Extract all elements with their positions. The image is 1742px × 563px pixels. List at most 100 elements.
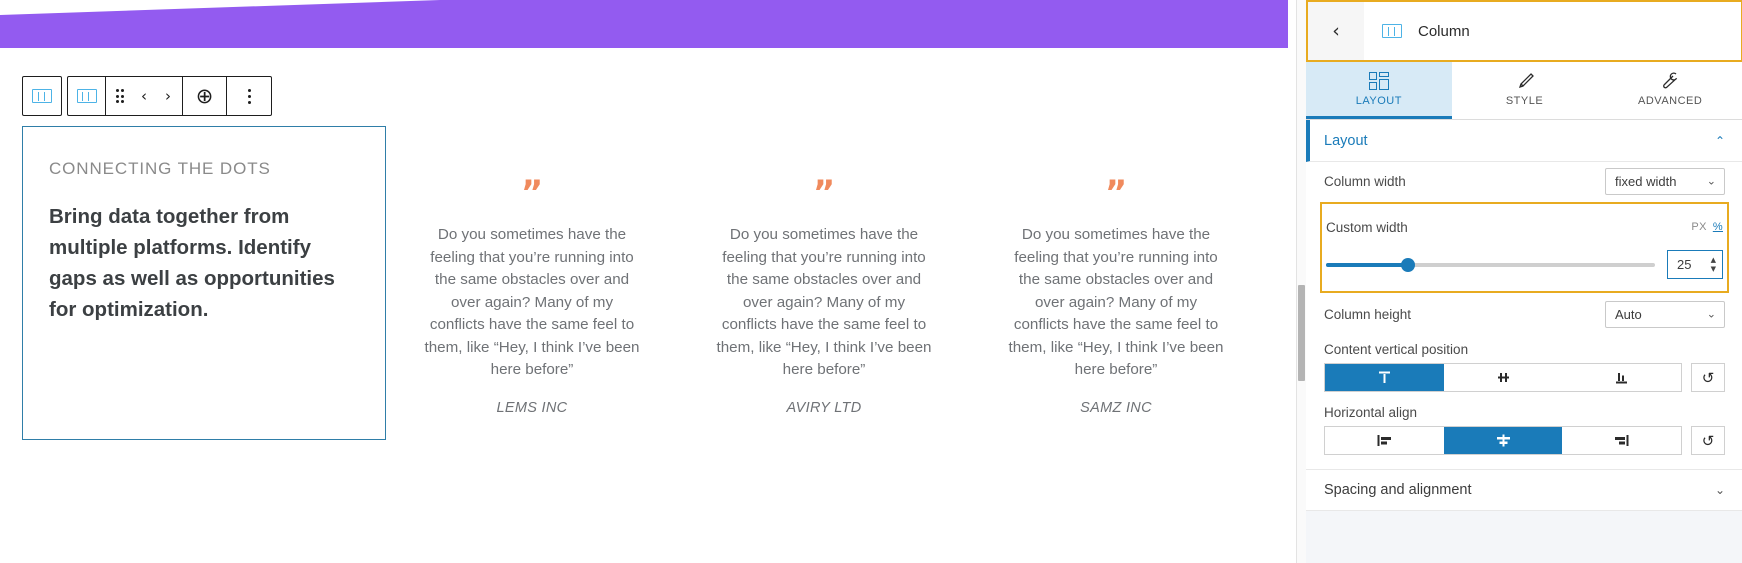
brush-icon [1515,72,1535,90]
panel-footer-area [1306,511,1742,563]
intro-column[interactable]: CONNECTING THE DOTS Bring data together … [22,126,386,440]
align-middle-button[interactable] [1444,364,1563,391]
hero-banner [0,0,1288,48]
columns-icon [1382,24,1402,38]
horizontal-align-reset-button[interactable]: ↺ [1691,426,1725,455]
back-button[interactable]: ‹ [1308,2,1364,60]
plus-circle-icon: ⊕ [195,83,214,108]
drag-handle[interactable] [108,89,132,103]
align-right-icon [1615,435,1629,446]
reset-icon: ↺ [1701,431,1715,450]
layout-icon [1368,71,1389,90]
drag-dots-icon [115,89,125,103]
testimonial-author: SAMZ INC [1080,399,1152,416]
testimonial-column[interactable]: ” Do you sometimes have the feeling that… [707,176,942,416]
chevron-down-icon: ⌄ [1706,307,1716,321]
custom-width-row: Custom width PX % [1326,208,1723,246]
testimonial-text: Do you sometimes have the feeling that y… [1008,226,1224,378]
tab-advanced[interactable]: ADVANCED [1597,62,1742,119]
chevron-down-icon: ⌄ [1706,174,1716,188]
add-block-button[interactable]: ⊕ [183,77,227,115]
more-options-button[interactable] [227,77,271,115]
column-width-value: fixed width [1615,173,1677,189]
testimonial-column[interactable]: ” Do you sometimes have the feeling that… [999,176,1234,416]
column-height-value: Auto [1615,306,1642,322]
align-center-button[interactable] [1443,427,1563,454]
block-type-selector[interactable] [68,77,106,115]
slider-thumb[interactable] [1401,257,1416,272]
align-left-icon [1377,435,1391,446]
panel-inner: ‹ Column LAYOUT STYLE ADVANCED Layout ⌃ … [1306,0,1742,563]
align-middle-icon [1497,373,1509,382]
chevron-left-icon: ‹ [1332,19,1340,42]
horizontal-align-segmented [1324,426,1682,455]
custom-width-input[interactable]: 25 ▲ ▼ [1667,250,1723,279]
panel-title-wrap: Column [1364,23,1470,40]
unit-px-button[interactable]: PX [1691,221,1706,233]
column-height-select[interactable]: Auto ⌄ [1605,300,1725,328]
custom-width-slider[interactable] [1326,257,1655,272]
custom-width-slider-row: 25 ▲ ▼ [1326,246,1723,281]
parent-block-group [22,76,62,116]
quote-icon: ” [1104,173,1128,213]
testimonial-text: Do you sometimes have the feeling that y… [424,226,640,378]
align-left-button[interactable] [1325,427,1444,454]
tab-advanced-label: ADVANCED [1638,94,1703,107]
section-layout-title: Layout [1324,132,1368,149]
tab-layout-label: LAYOUT [1355,94,1402,107]
chevron-left-icon: ‹ [141,86,147,105]
quote-icon: ” [812,173,836,213]
chevron-up-icon: ⌃ [1714,133,1725,148]
vertical-position-label: Content vertical position [1324,342,1469,357]
columns-icon [32,89,52,103]
column-height-label: Column height [1324,306,1412,322]
intro-eyebrow: CONNECTING THE DOTS [49,159,271,178]
columns-icon [76,89,97,103]
custom-width-stepper[interactable]: ▲ ▼ [1711,256,1716,273]
tab-style[interactable]: STYLE [1452,62,1598,119]
section-spacing-header[interactable]: Spacing and alignment ⌄ [1306,469,1742,511]
slider-fill [1326,262,1409,267]
kebab-menu-icon [247,88,251,104]
section-layout-header[interactable]: Layout ⌃ [1306,120,1742,162]
block-controls-group: ‹ › ⊕ [67,76,272,116]
custom-width-units: PX % [1691,221,1723,233]
move-next-button[interactable]: › [156,88,180,104]
wrench-icon [1660,72,1680,90]
column-width-select[interactable]: fixed width ⌄ [1605,167,1725,195]
align-bottom-icon [1616,373,1628,384]
panel-tabs: LAYOUT STYLE ADVANCED [1306,62,1742,120]
column-height-row: Column height Auto ⌄ [1324,295,1725,333]
custom-width-group: Custom width PX % 25 ▲ ▼ [1320,202,1729,293]
vertical-position-reset-button[interactable]: ↺ [1691,363,1725,392]
horizontal-align-row: ↺ [1324,426,1725,455]
stepper-up-icon[interactable]: ▲ [1711,256,1716,264]
intro-heading: Bring data together from multiple platfo… [49,205,335,322]
custom-width-value: 25 [1677,257,1692,272]
vertical-position-row: ↺ [1324,363,1725,392]
testimonials-wrap: ” Do you sometimes have the feeling that… [386,126,1262,416]
align-top-icon [1378,371,1390,383]
editor-canvas: ‹ › ⊕ CONNECTING THE DOTS Bring data tog… [0,0,1288,563]
stepper-down-icon[interactable]: ▼ [1711,265,1716,273]
align-bottom-button[interactable] [1562,364,1681,391]
testimonial-text: Do you sometimes have the feeling that y… [716,226,932,378]
tab-layout[interactable]: LAYOUT [1306,62,1452,119]
panel-title: Column [1418,22,1470,40]
testimonial-author: AVIRY LTD [786,399,862,416]
testimonial-column[interactable]: ” Do you sometimes have the feeling that… [415,176,650,416]
panel-scrollbar-thumb[interactable] [1298,285,1305,381]
panel-header: ‹ Column [1306,0,1742,62]
testimonial-author: LEMS INC [496,399,568,416]
block-toolbar: ‹ › ⊕ [22,76,272,116]
align-center-icon [1496,434,1510,447]
align-right-button[interactable] [1562,427,1681,454]
horizontal-align-label: Horizontal align [1324,405,1418,420]
move-previous-button[interactable]: ‹ [132,86,156,105]
parent-block-selector[interactable] [23,77,61,115]
align-top-button[interactable] [1325,364,1444,391]
panel-scrollbar[interactable] [1297,0,1306,563]
unit-percent-button[interactable]: % [1713,221,1723,233]
chevron-down-icon: ⌄ [1714,483,1725,497]
